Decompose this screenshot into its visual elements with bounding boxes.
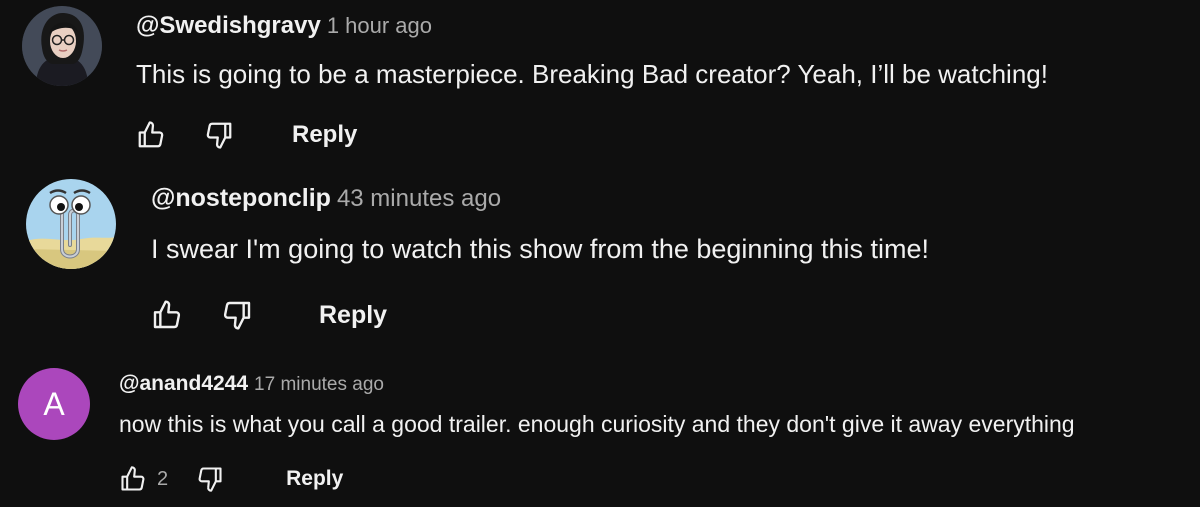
avatar[interactable]: A (18, 368, 90, 440)
comment-author[interactable]: @anand4244 (119, 372, 248, 395)
comment-timestamp[interactable]: 1 hour ago (327, 13, 432, 38)
comment-header: @Swedishgravy 1 hour ago (136, 14, 432, 38)
avatar[interactable] (22, 6, 102, 86)
like-button[interactable] (136, 120, 166, 150)
dislike-button[interactable] (196, 465, 224, 493)
thumbs-down-icon (223, 301, 251, 330)
comment-author[interactable]: @nosteponclip (151, 184, 331, 212)
thumbs-down-icon (198, 467, 222, 492)
reply-button[interactable]: Reply (286, 467, 343, 491)
reply-button[interactable]: Reply (292, 121, 357, 149)
avatar-letter: A (43, 386, 65, 422)
thumbs-up-icon (153, 300, 181, 329)
reply-button[interactable]: Reply (319, 301, 387, 330)
comment-timestamp[interactable]: 17 minutes ago (254, 374, 384, 395)
comment-text: I swear I'm going to watch this show fro… (151, 234, 930, 264)
comment-timestamp[interactable]: 43 minutes ago (337, 185, 501, 212)
comment-actions: Reply (136, 118, 357, 152)
paperclip-avatar-icon (26, 179, 116, 269)
thumbs-up-icon (121, 466, 145, 491)
comment-author[interactable]: @Swedishgravy (136, 12, 321, 39)
comment-text: now this is what you call a good trailer… (119, 411, 1075, 437)
comment-actions: 2 Reply (119, 463, 343, 495)
avatar[interactable] (26, 179, 116, 269)
comment-text: This is going to be a masterpiece. Break… (136, 59, 1048, 89)
dislike-button[interactable] (204, 120, 234, 150)
portrait-avatar-icon (22, 6, 102, 86)
thumbs-down-icon (206, 122, 232, 149)
dislike-button[interactable] (221, 299, 253, 331)
like-button[interactable] (151, 299, 183, 331)
comment-header: @anand4244 17 minutes ago (119, 373, 384, 394)
comment-header: @nosteponclip 43 minutes ago (151, 186, 501, 211)
like-count: 2 (157, 467, 169, 490)
thumbs-up-icon (138, 121, 164, 148)
like-button[interactable] (119, 465, 147, 493)
comment-actions: Reply (151, 297, 387, 333)
